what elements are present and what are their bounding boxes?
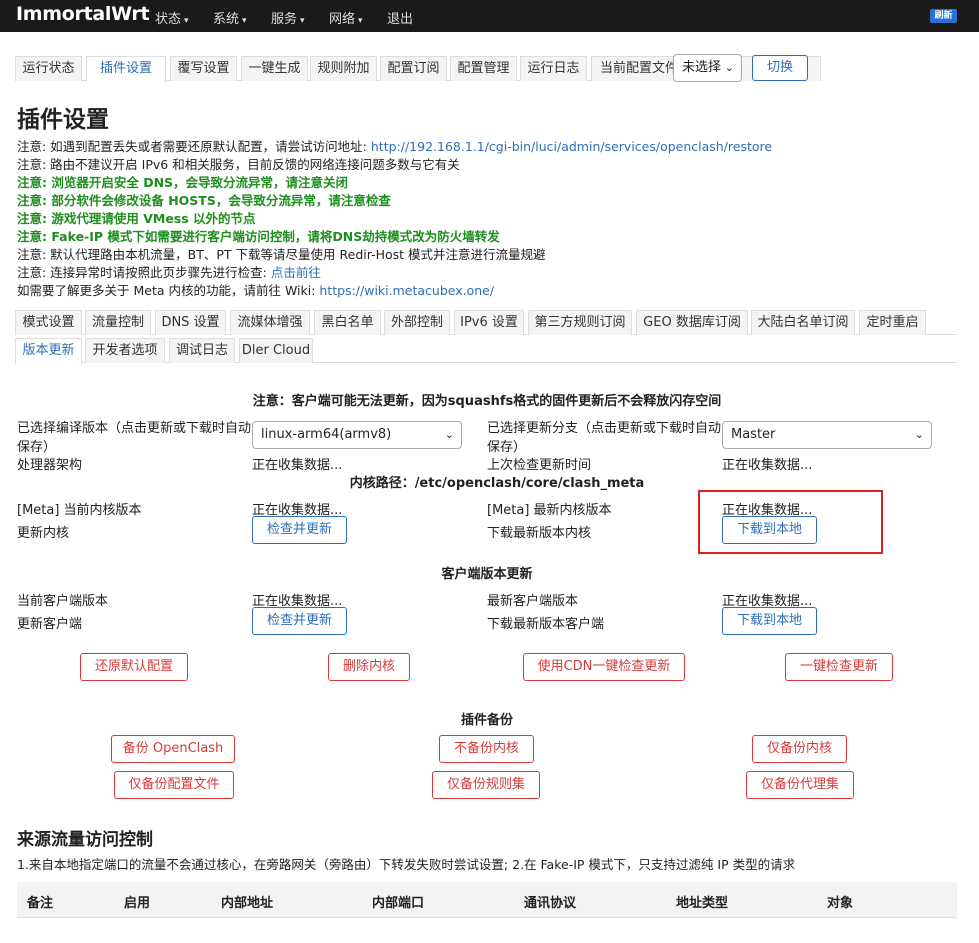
update-branch-label: 已选择更新分支（点击更新或下载时自动 保存） <box>487 421 722 455</box>
tab-mainland-whitelist[interactable]: 大陆白名单订阅 <box>751 310 855 335</box>
cpu-arch-label: 处理器架构 <box>17 458 83 473</box>
brand-logo[interactable]: ImmortalWrt <box>16 3 150 25</box>
client-update-section-title: 客户端版本更新 <box>441 567 533 582</box>
chevron-down-icon: ⌄ <box>914 428 924 441</box>
tab-external-control[interactable]: 外部控制 <box>384 310 450 335</box>
tab-dns-settings[interactable]: DNS 设置 <box>155 310 226 335</box>
traffic-control-title: 来源流量访问控制 <box>17 830 153 850</box>
menu-services[interactable]: 服务 ▾ <box>271 8 305 27</box>
backup-openclash-button[interactable]: 备份 OpenClash <box>111 735 235 763</box>
refresh-badge[interactable]: 刷新 <box>930 9 957 23</box>
tab-config-subscribe[interactable]: 配置订阅 <box>380 56 447 81</box>
update-branch-select[interactable]: Master ⌄ <box>722 421 932 449</box>
note-fake-ip: 注意: Fake-IP 模式下如需要进行客户端访问控制，请将DNS劫持模式改为防… <box>17 229 500 244</box>
tab-debug-log[interactable]: 调试日志 <box>169 338 235 363</box>
highlight-box <box>698 490 883 554</box>
note-check-steps: 注意: 连接异常时请按照此页步骤先进行检查: 点击前往 <box>17 265 321 280</box>
restore-default-button[interactable]: 还原默认配置 <box>80 653 188 681</box>
core-path: 内核路径：/etc/openclash/core/clash_meta <box>349 476 645 491</box>
backup-no-core-button[interactable]: 不备份内核 <box>439 735 534 763</box>
chevron-down-icon: ⌄ <box>724 61 734 74</box>
tab-third-party-rules[interactable]: 第三方规则订阅 <box>528 310 632 335</box>
tab-config-manage[interactable]: 配置管理 <box>450 56 517 81</box>
menu-system[interactable]: 系统 ▾ <box>213 8 247 27</box>
tab-running-status[interactable]: 运行状态 <box>15 56 82 81</box>
meta-latest-label: [Meta] 最新内核版本 <box>487 503 612 518</box>
restore-link[interactable]: http://192.168.1.1/cgi-bin/luci/admin/se… <box>371 139 772 154</box>
download-core-label: 下载最新版本内核 <box>487 526 592 541</box>
check-steps-link[interactable]: 点击前往 <box>271 265 321 280</box>
traffic-table-header: 备注 启用 内部地址 内部端口 通讯协议 地址类型 对象 <box>17 882 957 918</box>
tab-mode-settings[interactable]: 模式设置 <box>15 310 82 335</box>
backup-section-title: 插件备份 <box>460 713 513 728</box>
compile-version-label: 已选择编译版本（点击更新或下载时自动 保存） <box>17 421 252 455</box>
tab-rule-append[interactable]: 规则附加 <box>310 56 377 81</box>
tab-traffic-control[interactable]: 流量控制 <box>85 310 151 335</box>
switch-button[interactable]: 切换 <box>752 55 808 81</box>
note-ipv6: 注意: 路由不建议开启 IPv6 和相关服务，目前反馈的网络连接问题多数与它有关 <box>17 157 460 172</box>
chevron-down-icon: ⌄ <box>444 428 454 441</box>
caret-down-icon: ▾ <box>300 16 305 26</box>
menu-logout[interactable]: 退出 <box>387 8 413 27</box>
col-protocol: 通讯协议 <box>524 896 577 911</box>
col-target: 对象 <box>827 896 854 911</box>
col-remark: 备注 <box>27 896 54 911</box>
config-file-select[interactable]: 未选择 ⌄ <box>673 54 742 82</box>
tab-version-update[interactable]: 版本更新 <box>15 338 82 364</box>
note-secure-dns: 注意: 浏览器开启安全 DNS，会导致分流异常，请注意关闭 <box>17 175 349 190</box>
backup-only-rules-button[interactable]: 仅备份规则集 <box>432 771 540 799</box>
col-enabled: 启用 <box>124 896 151 911</box>
download-client-button[interactable]: 下载到本地 <box>722 607 817 635</box>
client-latest-label: 最新客户端版本 <box>487 594 579 609</box>
col-internal-port: 内部端口 <box>372 896 425 911</box>
cpu-arch-value: 正在收集数据... <box>252 458 343 473</box>
note-restore: 注意: 如遇到配置丢失或者需要还原默认配置，请尝试访问地址: http://19… <box>17 139 773 154</box>
tab-override-settings[interactable]: 覆写设置 <box>170 56 237 81</box>
last-check-label: 上次检查更新时间 <box>487 458 592 473</box>
menu-status[interactable]: 状态 ▾ <box>155 8 189 27</box>
note-redir-host: 注意: 默认代理路由本机流量，BT、PT 下载等请尽量使用 Redir-Host… <box>17 247 546 262</box>
tab-streaming[interactable]: 流媒体增强 <box>230 310 310 335</box>
tab-one-click-generate[interactable]: 一键生成 <box>241 56 308 81</box>
caret-down-icon: ▾ <box>358 16 363 26</box>
menu-network[interactable]: 网络 ▾ <box>329 8 363 27</box>
delete-core-button[interactable]: 删除内核 <box>328 653 410 681</box>
one-click-check-button[interactable]: 一键检查更新 <box>785 653 893 681</box>
tab-dler-cloud[interactable]: Dler Cloud <box>239 338 313 363</box>
client-current-label: 当前客户端版本 <box>17 594 109 609</box>
top-navbar: ImmortalWrt 状态 ▾ 系统 ▾ 服务 ▾ 网络 ▾ 退出 刷新 <box>0 0 979 32</box>
tab-plugin-settings[interactable]: 插件设置 <box>86 56 166 82</box>
compile-version-select[interactable]: linux-arm64(armv8) ⌄ <box>252 421 462 449</box>
check-update-core-button[interactable]: 检查并更新 <box>252 516 347 544</box>
tab-run-log[interactable]: 运行日志 <box>520 56 587 81</box>
caret-down-icon: ▾ <box>242 16 247 26</box>
backup-only-core-button[interactable]: 仅备份内核 <box>752 735 847 763</box>
squashfs-warning: 注意：客户端可能无法更新，因为squashfs格式的固件更新后不会释放闪存空间 <box>252 394 722 409</box>
check-update-client-button[interactable]: 检查并更新 <box>252 607 347 635</box>
cdn-check-update-button[interactable]: 使用CDN一键检查更新 <box>523 653 685 681</box>
page-title: 插件设置 <box>17 107 109 133</box>
last-check-value: 正在收集数据... <box>722 458 813 473</box>
tab-black-white-list[interactable]: 黑白名单 <box>314 310 381 335</box>
meta-current-label: [Meta] 当前内核版本 <box>17 503 142 518</box>
tab-developer-options[interactable]: 开发者选项 <box>85 338 165 363</box>
backup-only-config-button[interactable]: 仅备份配置文件 <box>114 771 234 799</box>
note-vmess: 注意: 游戏代理请使用 VMess 以外的节点 <box>17 211 256 226</box>
col-internal-address: 内部地址 <box>221 896 274 911</box>
note-hosts: 注意: 部分软件会修改设备 HOSTS，会导致分流异常，请注意检查 <box>17 193 391 208</box>
tab-geo-database[interactable]: GEO 数据库订阅 <box>636 310 748 335</box>
backup-only-proxy-button[interactable]: 仅备份代理集 <box>746 771 854 799</box>
caret-down-icon: ▾ <box>184 16 189 26</box>
col-address-type: 地址类型 <box>676 896 729 911</box>
tab-scheduled-restart[interactable]: 定时重启 <box>859 310 926 335</box>
update-core-label: 更新内核 <box>17 526 70 541</box>
settings-tabs-row2: 版本更新 开发者选项 调试日志 Dler Cloud <box>15 338 957 364</box>
wiki-link[interactable]: https://wiki.metacubex.one/ <box>319 283 494 298</box>
note-meta-wiki: 如需要了解更多关于 Meta 内核的功能，请前往 Wiki: https://w… <box>17 283 495 298</box>
tab-ipv6-settings[interactable]: IPv6 设置 <box>454 310 524 335</box>
update-client-label: 更新客户端 <box>17 617 83 632</box>
settings-tabs-row1: 模式设置 流量控制 DNS 设置 流媒体增强 黑白名单 外部控制 IPv6 设置… <box>15 310 957 335</box>
download-client-label: 下载最新版本客户端 <box>487 617 605 632</box>
traffic-control-desc: 1.来自本地指定端口的流量不会通过核心，在旁路网关（旁路由）下转发失败时尝试设置… <box>17 857 796 872</box>
